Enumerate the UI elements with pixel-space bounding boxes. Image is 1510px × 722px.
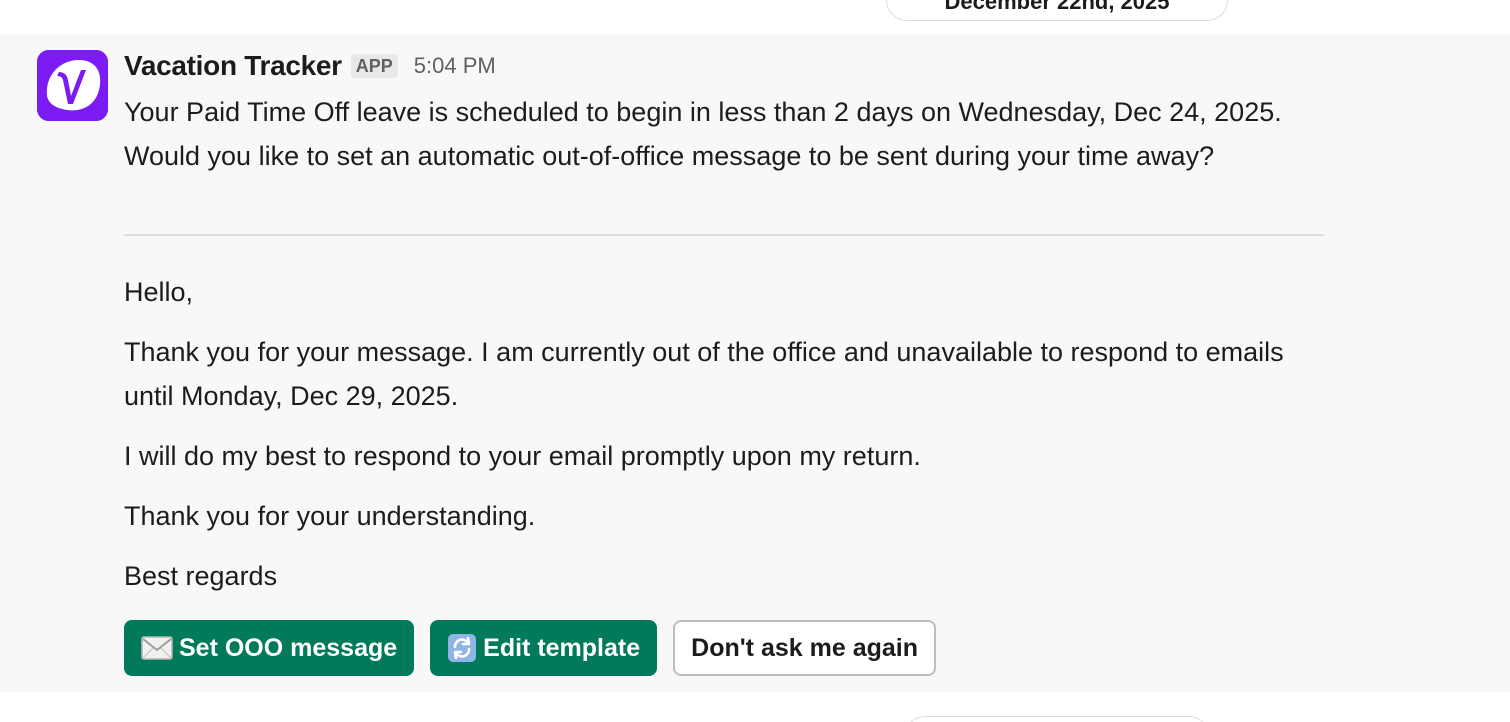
template-greeting: Hello,	[124, 277, 194, 307]
message-intro-text: Your Paid Time Off leave is scheduled to…	[124, 97, 1282, 171]
vacation-tracker-avatar[interactable]	[37, 50, 108, 121]
template-paragraph-2: I will do my best to respond to your ema…	[124, 441, 921, 471]
vacation-tracker-logo-icon	[37, 50, 108, 121]
set-ooo-button-label: Set OOO message	[179, 633, 398, 662]
template-paragraph-1: Thank you for your message. I am current…	[124, 337, 1284, 411]
action-buttons: Set OOO message Edit template Don't ask …	[124, 620, 936, 676]
message-header: Vacation Tracker APP 5:04 PM	[124, 48, 496, 84]
section-divider	[124, 234, 1324, 236]
refresh-arrows-icon	[447, 633, 477, 663]
set-ooo-button[interactable]: Set OOO message	[124, 620, 415, 676]
dont-ask-again-button[interactable]: Don't ask me again	[673, 620, 936, 676]
date-divider-bottom[interactable]	[904, 716, 1210, 722]
template-paragraph-3: Thank you for your understanding.	[124, 501, 536, 531]
edit-template-button-label: Edit template	[483, 633, 641, 662]
date-divider-top[interactable]: December 22nd, 2025	[886, 0, 1228, 21]
sender-name[interactable]: Vacation Tracker	[124, 50, 342, 82]
message-timestamp[interactable]: 5:04 PM	[414, 53, 496, 79]
slack-channel-view: December 22nd, 2025 Vacation Tracker APP…	[0, 0, 1510, 722]
app-badge: APP	[350, 54, 398, 78]
envelope-icon	[141, 636, 173, 660]
template-signoff: Best regards	[124, 561, 278, 591]
message-row: Vacation Tracker APP 5:04 PM Your Paid T…	[0, 34, 1510, 692]
edit-template-button[interactable]: Edit template	[430, 620, 658, 676]
dont-ask-again-button-label: Don't ask me again	[691, 633, 918, 662]
